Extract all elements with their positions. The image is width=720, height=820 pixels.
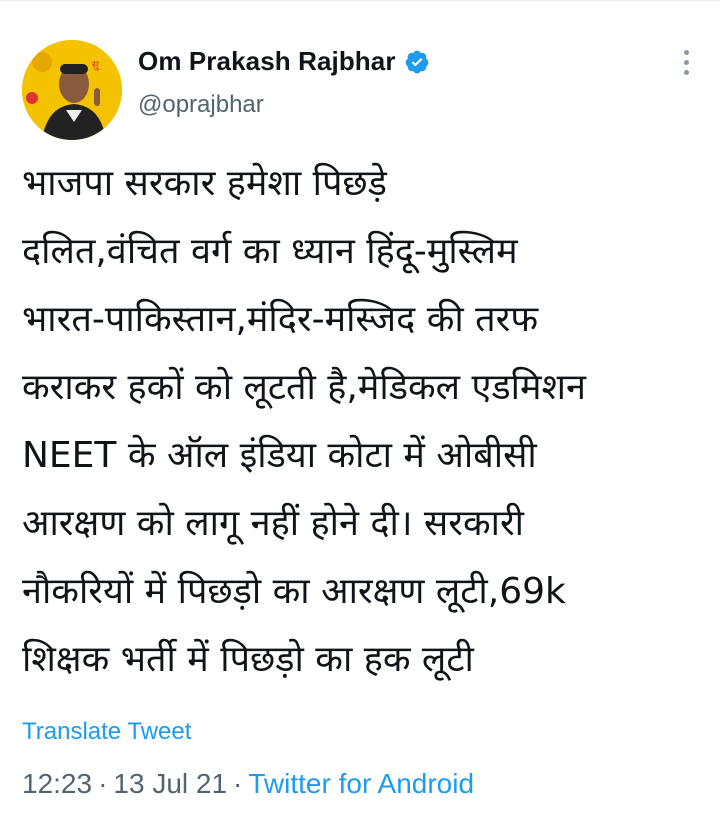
tweet-date[interactable]: 13 Jul 21 [113, 768, 227, 799]
tweet-text-line: आरक्षण को लागू नहीं होने दी। सरकारी [22, 503, 524, 544]
author-block: Om Prakash Rajbhar @oprajbhar [138, 46, 430, 119]
tweet-text-line: शिक्षक भर्ती में पिछड़ो का हक लूटी [22, 639, 474, 680]
tweet-time[interactable]: 12:23 [22, 768, 92, 799]
tweet-metadata: 12:23 · 13 Jul 21 · Twitter for Android [22, 768, 474, 800]
more-options-icon[interactable] [672, 48, 700, 76]
tweet-text-line: NEET के ऑल इंडिया कोटा में ओबीसी [22, 435, 537, 476]
tweet-text-line: दलित,वंचित वर्ग का ध्यान हिंदू-मुस्लिम [22, 231, 518, 272]
avatar-image: सु [22, 40, 122, 140]
meta-separator: · [233, 768, 243, 799]
meta-separator: · [98, 768, 108, 799]
author-handle[interactable]: @oprajbhar [138, 91, 430, 119]
translate-tweet-link[interactable]: Translate Tweet [22, 718, 191, 746]
author-display-name[interactable]: Om Prakash Rajbhar [138, 46, 396, 77]
avatar[interactable]: सु [22, 40, 122, 140]
tweet-text-line: भारत-पाकिस्तान,मंदिर-मस्जिद की तरफ [22, 299, 539, 340]
svg-text:सु: सु [92, 60, 100, 71]
tweet-source-link[interactable]: Twitter for Android [248, 768, 474, 799]
tweet-text-line: नौकरियों में पिछड़ो का आरक्षण लूटी,69k [22, 571, 566, 612]
tweet-text: भाजपा सरकार हमेशा पिछड़े दलित,वंचित वर्ग… [22, 150, 702, 694]
tweet-card: सु Om Prakash Rajbhar @oprajbhar भाजपा स… [0, 0, 720, 820]
verified-badge-icon [404, 49, 430, 75]
name-row: Om Prakash Rajbhar [138, 46, 430, 77]
tweet-text-line: भाजपा सरकार हमेशा पिछड़े [22, 163, 387, 204]
tweet-text-line: कराकर हकों को लूटती है,मेडिकल एडमिशन [22, 367, 586, 408]
